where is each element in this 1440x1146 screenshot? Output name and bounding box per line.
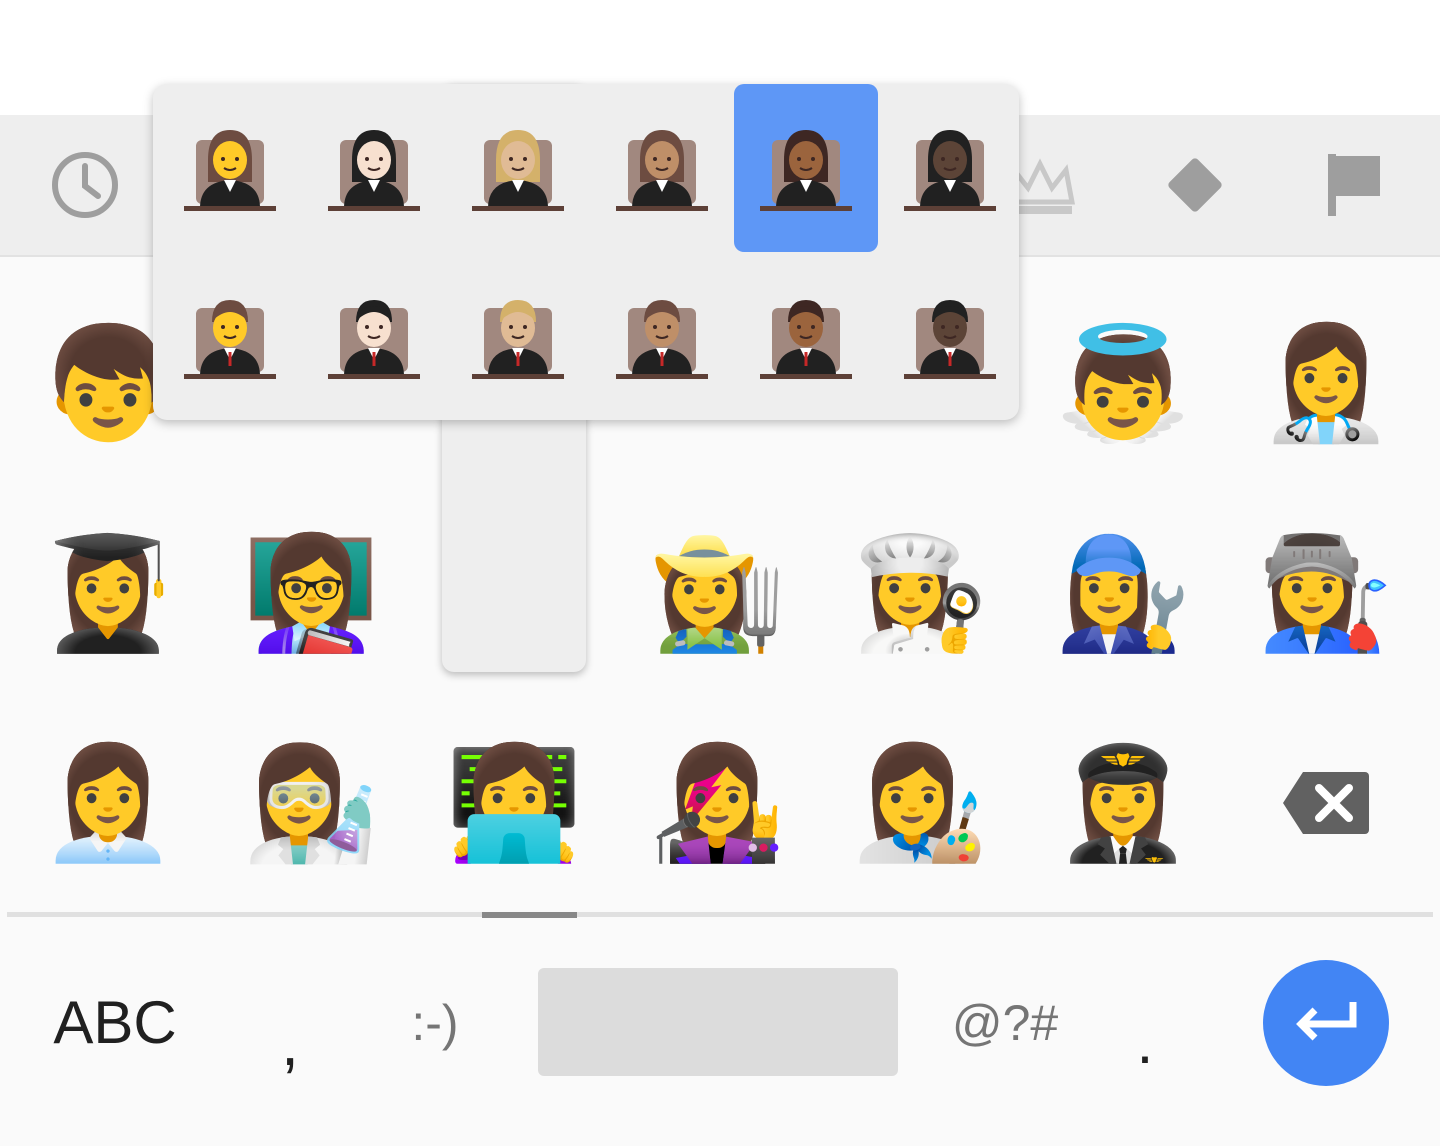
emoji-woman-health-worker: 👩‍⚕️ bbox=[1257, 319, 1395, 447]
judge-icon bbox=[472, 300, 564, 379]
emoji-key[interactable]: 👩‍🏫 bbox=[210, 488, 412, 698]
symbols-key[interactable]: @?# bbox=[935, 965, 1075, 1080]
backspace-key[interactable] bbox=[1225, 698, 1427, 908]
emoji-key[interactable]: 👩‍⚕️ bbox=[1225, 278, 1427, 488]
emoji-key[interactable]: 👩‍🏭 bbox=[1225, 488, 1427, 698]
judge-icon bbox=[472, 130, 564, 211]
backspace-icon bbox=[1283, 772, 1369, 834]
emoji-key[interactable]: 👩‍🌾 bbox=[616, 488, 818, 698]
emoji-woman-office-worker: 👩‍💼 bbox=[39, 739, 177, 867]
woman-judge-tone-5[interactable] bbox=[878, 84, 1022, 252]
man-judge-tone-5[interactable] bbox=[878, 252, 1022, 420]
category-symbols[interactable] bbox=[1140, 115, 1250, 255]
emoji-woman-singer: 👩‍🎤 bbox=[648, 739, 786, 867]
emoji-key[interactable]: 👩‍✈️ bbox=[1022, 698, 1224, 908]
clock-icon bbox=[52, 152, 118, 218]
emoji-woman-student: 👩‍🎓 bbox=[39, 529, 177, 657]
emoji-woman-scientist: 👩‍🔬 bbox=[242, 739, 380, 867]
emoji-woman-teacher: 👩‍🏫 bbox=[242, 529, 380, 657]
emoji-woman-artist: 👩‍🎨 bbox=[851, 739, 989, 867]
emoji-woman-farmer: 👩‍🌾 bbox=[648, 529, 786, 657]
emoji-key[interactable]: 👩‍🎤 bbox=[616, 698, 818, 908]
judge-icon bbox=[184, 130, 276, 211]
emoji-key[interactable]: 👩‍🔬 bbox=[210, 698, 412, 908]
man-judge-tone-0[interactable] bbox=[158, 252, 302, 420]
emoji-key[interactable]: 👩‍🔧 bbox=[1022, 488, 1224, 698]
comma-key[interactable]: , bbox=[250, 985, 330, 1100]
man-judge-tone-3[interactable] bbox=[590, 252, 734, 420]
emoji-key[interactable]: 👩‍💼 bbox=[7, 698, 209, 908]
emoji-woman-pilot: 👩‍✈️ bbox=[1054, 739, 1192, 867]
abc-key[interactable]: ABC bbox=[40, 965, 190, 1080]
man-judge-tone-2[interactable] bbox=[446, 252, 590, 420]
emoji-woman-factory-worker: 👩‍🏭 bbox=[1257, 529, 1395, 657]
man-judge-tone-1[interactable] bbox=[302, 252, 446, 420]
woman-judge-tone-0[interactable] bbox=[158, 84, 302, 252]
judge-icon bbox=[760, 130, 852, 211]
skin-tone-popup bbox=[153, 84, 1019, 420]
grid-separator bbox=[7, 912, 1433, 917]
woman-judge-tone-3[interactable] bbox=[590, 84, 734, 252]
space-key[interactable] bbox=[538, 968, 898, 1076]
judge-icon bbox=[616, 130, 708, 211]
emoji-woman-cook: 👩‍🍳 bbox=[851, 529, 989, 657]
emoji-key[interactable]: 👩‍🎓 bbox=[7, 488, 209, 698]
period-key[interactable]: . bbox=[1110, 985, 1180, 1100]
enter-key[interactable] bbox=[1263, 960, 1389, 1086]
emoticon-key[interactable]: :-) bbox=[380, 965, 490, 1080]
category-recent[interactable] bbox=[30, 115, 140, 255]
judge-icon bbox=[328, 130, 420, 211]
emoji-key[interactable]: 👩‍🎨 bbox=[819, 698, 1021, 908]
emoji-woman-mechanic: 👩‍🔧 bbox=[1054, 529, 1192, 657]
emoji-woman-technologist: 👩‍💻 bbox=[445, 739, 583, 867]
enter-icon bbox=[1296, 1002, 1357, 1041]
man-judge-tone-4[interactable] bbox=[734, 252, 878, 420]
judge-icon bbox=[616, 300, 708, 379]
emoji-key[interactable]: 👩‍💻 bbox=[413, 698, 615, 908]
category-flags[interactable] bbox=[1298, 115, 1408, 255]
emoji-key[interactable]: 👩‍🍳 bbox=[819, 488, 1021, 698]
judge-icon bbox=[184, 300, 276, 379]
woman-judge-tone-1[interactable] bbox=[302, 84, 446, 252]
woman-judge-tone-2[interactable] bbox=[446, 84, 590, 252]
judge-icon bbox=[904, 130, 996, 211]
emoji-key[interactable]: 👼 bbox=[1022, 278, 1224, 488]
woman-judge-tone-4[interactable] bbox=[734, 84, 878, 252]
diamond-icon bbox=[1168, 158, 1222, 212]
emoji-angel: 👼 bbox=[1054, 319, 1192, 447]
judge-icon bbox=[904, 300, 996, 379]
judge-icon bbox=[328, 300, 420, 379]
judge-icon bbox=[760, 300, 852, 379]
flag-icon bbox=[1328, 154, 1380, 216]
